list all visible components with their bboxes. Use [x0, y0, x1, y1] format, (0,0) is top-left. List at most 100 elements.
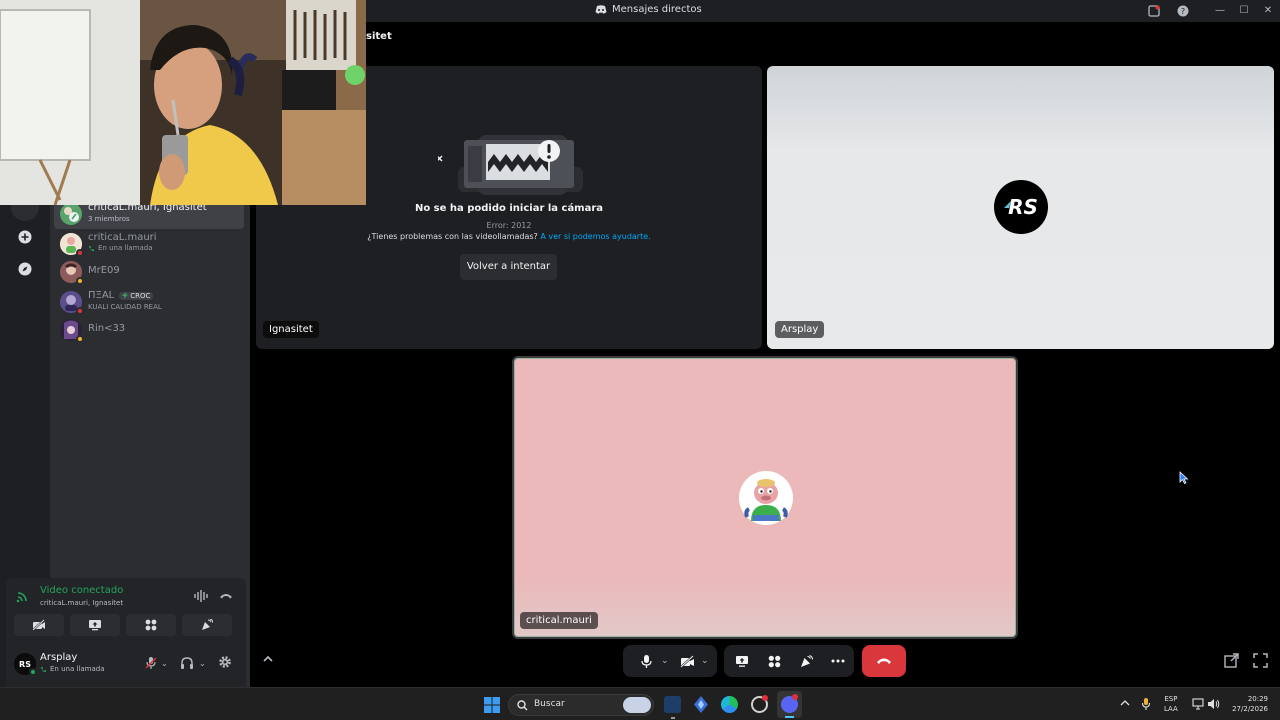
- screen-share-button[interactable]: [726, 655, 758, 668]
- voice-status: Video conectado: [40, 585, 124, 596]
- mic-muted-icon[interactable]: [144, 656, 158, 670]
- chevron-down-icon[interactable]: ⌄: [161, 659, 168, 668]
- fullscreen-icon[interactable]: [1253, 653, 1268, 668]
- disconnect-icon[interactable]: [219, 590, 233, 602]
- window-title: Mensajes directos: [595, 4, 702, 15]
- activities-button[interactable]: [758, 655, 790, 668]
- participant-name-label: critical.mauri: [520, 612, 598, 629]
- hang-up-icon: [877, 658, 891, 664]
- dm-item-critical[interactable]: criticaL.mauri En una llamada: [54, 229, 244, 259]
- noise-suppression-icon[interactable]: [194, 590, 208, 602]
- screen-share-icon: [736, 655, 748, 667]
- clan-tag-badge: CROC: [119, 291, 154, 300]
- camera-off-button[interactable]: [14, 614, 64, 636]
- signal-icon: [16, 589, 30, 603]
- dm-item-neal[interactable]: ΠΞΑL CROC KUALI CALIDAD REAL: [54, 287, 244, 317]
- chevron-down-icon[interactable]: ⌄: [199, 659, 206, 668]
- soundboard-button[interactable]: [790, 654, 822, 668]
- video-tile-critical[interactable]: critical.mauri: [512, 356, 1018, 639]
- activities-button[interactable]: [126, 614, 176, 636]
- phone-icon: [89, 245, 94, 251]
- camera-toggle-button[interactable]: [673, 654, 701, 668]
- windows-start-icon[interactable]: [484, 697, 500, 713]
- volume-icon[interactable]: [1207, 698, 1220, 710]
- headphones-icon[interactable]: [180, 656, 194, 670]
- participant-name-label: Arsplay: [775, 321, 825, 338]
- dm-subtitle-call: En una llamada: [88, 244, 153, 252]
- soundboard-icon: [800, 654, 813, 667]
- inbox-icon[interactable]: [1146, 3, 1162, 19]
- dm-item-rin[interactable]: Rin<33: [54, 315, 244, 345]
- taskbar-app-audio-icon[interactable]: [664, 696, 681, 713]
- chevron-down-icon[interactable]: ⌄: [661, 656, 673, 666]
- activity-controls: [724, 645, 854, 677]
- activities-icon: [145, 619, 157, 631]
- screen-share-button[interactable]: [70, 614, 120, 636]
- maximize-button[interactable]: ☐: [1236, 3, 1252, 19]
- search-placeholder: Buscar: [534, 699, 565, 709]
- screen-share-icon: [89, 620, 101, 631]
- compass-icon: [18, 262, 32, 276]
- clock-time: 20:29: [1247, 695, 1268, 703]
- status-idle-dot: [76, 335, 84, 343]
- status-dnd-dot: [76, 307, 84, 315]
- svg-text:?: ?: [1181, 7, 1185, 16]
- camera-error-code: Error: 2012: [486, 221, 532, 230]
- mic-button[interactable]: [631, 654, 661, 669]
- help-icon[interactable]: ?: [1175, 3, 1191, 19]
- tray-expand-icon[interactable]: [1120, 699, 1130, 707]
- dm-item-mre09[interactable]: MrE09: [54, 257, 244, 287]
- mic-camera-controls: ⌄ ⌄: [623, 645, 717, 677]
- dm-name: Rin<33: [88, 323, 126, 334]
- taskbar-edge-browser-icon[interactable]: [721, 696, 738, 713]
- add-server-button[interactable]: [11, 223, 39, 251]
- user-name: Arsplay: [40, 652, 78, 663]
- mouse-cursor: [1179, 471, 1189, 484]
- retry-camera-button[interactable]: Volver a intentar: [460, 254, 557, 280]
- close-window-button[interactable]: ✕: [1260, 3, 1276, 19]
- webcam-overlay: [0, 0, 366, 205]
- discord-icon: [595, 4, 607, 15]
- dm-name: MrE09: [88, 265, 120, 276]
- arsplay-avatar: RS: [994, 180, 1048, 234]
- camera-off-icon: [32, 619, 45, 631]
- taskbar-discord-active[interactable]: [777, 691, 802, 718]
- phone-icon: [41, 666, 46, 672]
- video-tile-arsplay[interactable]: RS Arsplay: [767, 66, 1274, 349]
- discover-button[interactable]: [11, 255, 39, 283]
- activities-icon: [768, 655, 780, 667]
- chevron-up-icon[interactable]: [261, 654, 275, 664]
- voice-channel-name[interactable]: criticaL.mauri, Ignasitet: [40, 599, 123, 607]
- dm-name-row: ΠΞΑL CROC: [88, 290, 154, 301]
- ellipsis-icon: [831, 659, 845, 663]
- soundboard-icon: [202, 619, 213, 630]
- bolt-icon: [122, 292, 129, 299]
- gear-icon[interactable]: [218, 655, 232, 669]
- leave-call-button[interactable]: [862, 645, 906, 677]
- active-indicator: [785, 716, 794, 718]
- microphone-tray-icon[interactable]: [1141, 697, 1151, 711]
- webcam-feed-image: [0, 0, 366, 205]
- taskbar-app-diamond-icon[interactable]: [694, 696, 708, 713]
- camera-error-illustration: [438, 132, 588, 202]
- user-panel: RS Arsplay En una llamada ⌄ ⌄: [6, 642, 246, 687]
- participant-name-label: Ignasitet: [263, 321, 319, 338]
- svg-text:RS: RS: [1008, 195, 1038, 219]
- chevron-down-icon[interactable]: ⌄: [701, 656, 713, 666]
- microphone-icon: [640, 654, 652, 668]
- network-icon[interactable]: [1192, 698, 1204, 710]
- more-options-button[interactable]: [822, 659, 854, 663]
- status-dnd-dot: [76, 249, 84, 257]
- notification-badge: [792, 694, 798, 700]
- notification-badge: [762, 695, 768, 701]
- clock[interactable]: 20:29 27/2/2026: [1226, 694, 1268, 714]
- dm-subtitle: KUALI CALIDAD REAL: [88, 303, 162, 311]
- voice-connection-panel: Video conectado criticaL.mauri, Ignasite…: [6, 578, 246, 642]
- minimize-button[interactable]: —: [1212, 3, 1228, 19]
- channel-header-name: sitet: [366, 31, 392, 42]
- soundboard-button[interactable]: [182, 614, 232, 636]
- help-link[interactable]: A ver si podemos ayudarte.: [540, 232, 650, 241]
- language-indicator[interactable]: ESP LAA: [1164, 694, 1178, 714]
- taskbar-search[interactable]: Buscar: [508, 694, 654, 716]
- popout-icon[interactable]: [1224, 653, 1239, 668]
